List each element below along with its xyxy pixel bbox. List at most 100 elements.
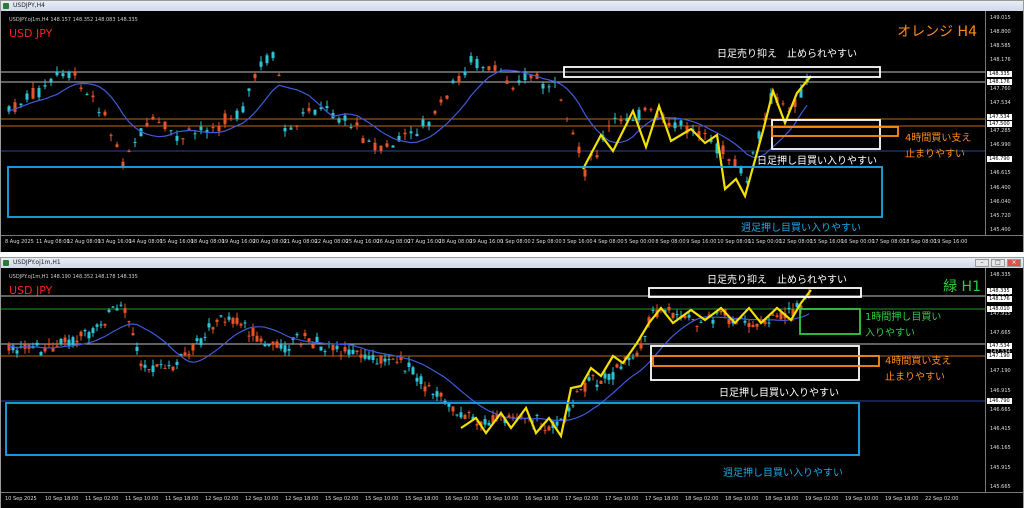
candle-body: [67, 339, 71, 346]
candle-body: [243, 322, 247, 324]
candle-body: [771, 314, 775, 316]
time-tick-label: 3 Sep 16:00: [562, 239, 593, 245]
candle-body: [85, 93, 89, 95]
candle-body: [211, 127, 215, 129]
top-price-axis[interactable]: 149.015148.800148.585148.176148.010147.7…: [985, 11, 1023, 235]
bottom-window-titlebar[interactable]: USDJPY.oj1m,H1 – □ ×: [1, 258, 1023, 268]
candle-body: [347, 349, 351, 355]
candle-body: [255, 335, 259, 342]
time-tick-label: 16 Sep 18:00: [525, 496, 559, 502]
candle-body: [43, 85, 47, 87]
candle-body: [643, 335, 647, 337]
candle-body: [447, 403, 451, 407]
candle-body: [67, 71, 71, 78]
candle-body: [727, 159, 731, 161]
time-tick-label: 18 Aug 08:00: [190, 239, 225, 245]
bottom-chart-window[interactable]: USDJPY.oj1m,H1 – □ × USDJPY.oj1m,H1 148.…: [0, 257, 1024, 508]
candle-body: [387, 359, 391, 361]
candle-body: [267, 344, 271, 346]
time-tick-label: 11 Sep 00:00: [748, 239, 782, 245]
bottom-time-axis[interactable]: 10 Sep 2025 10 Sep 18:00 11 Sep 02:00 11 Se…: [1, 492, 1023, 508]
time-tick-label: 28 Aug 08:00: [438, 239, 473, 245]
candle-body: [35, 342, 39, 346]
candle-body: [411, 367, 415, 375]
candle-body: [467, 412, 471, 414]
time-tick-label: 17 Sep 10:00: [605, 496, 639, 502]
candle-body: [487, 66, 491, 70]
price-tick-label: 148.800: [990, 29, 1011, 36]
price-tick-label: 148.585: [990, 43, 1011, 50]
candle-body: [163, 121, 167, 130]
price-tag: 148.176: [987, 296, 1012, 302]
candle-body: [571, 405, 575, 407]
candle-body: [131, 333, 135, 336]
candle-body: [187, 128, 191, 130]
candle-body: [431, 394, 435, 396]
candle-body: [619, 366, 623, 369]
candle-body: [25, 93, 29, 100]
candle-body: [235, 317, 239, 324]
candle-body: [253, 74, 257, 79]
time-tick-label: 21 Aug 08:00: [283, 239, 318, 245]
top-h4-support-label: 4時間買い支え: [905, 133, 972, 144]
bottom-daily-sell-label: 日足売り抑え 止められやすい: [707, 275, 847, 286]
candle-body: [319, 346, 323, 351]
candle-body: [103, 323, 107, 326]
candle-body: [727, 319, 731, 324]
price-tick-label: 146.040: [990, 198, 1011, 205]
candle-body: [767, 322, 771, 324]
candle-body: [265, 55, 269, 64]
candle-body: [167, 365, 171, 367]
bottom-price-chart[interactable]: USDJPY.oj1m,H1 148.190 148.352 148.178 1…: [1, 268, 985, 492]
time-tick-label: 12 Sep 08:00: [779, 239, 813, 245]
candle-body: [271, 52, 275, 58]
top-price-chart[interactable]: USDJPY.oj1m,H4 148.157 148.352 148.083 1…: [1, 11, 985, 235]
candle-body: [47, 343, 51, 345]
candle-body: [781, 103, 785, 105]
candle-body: [183, 352, 187, 356]
price-tick-label: 147.534: [990, 99, 1011, 106]
candle-body: [487, 422, 491, 426]
candle-body: [315, 336, 319, 342]
daily-buy-zone: [771, 119, 881, 150]
price-tag: 148.335: [987, 288, 1012, 294]
bottom-price-axis[interactable]: 148.335148.176147.915147.665147.534147.1…: [985, 268, 1023, 492]
top-info-line: USDJPY.oj1m,H4 148.157 148.352 148.083 1…: [9, 17, 138, 23]
weekly-buy-zone: [5, 402, 860, 456]
candle-body: [181, 138, 185, 140]
price-tag: 147.190: [987, 353, 1012, 359]
candle-body: [325, 106, 329, 109]
price-tag: 148.335: [987, 71, 1012, 77]
candle-body: [459, 412, 463, 418]
top-chart-window[interactable]: USDJPY,H4 USDJPY.oj1m,H4 148.157 148.352…: [0, 0, 1024, 252]
top-window-titlebar[interactable]: USDJPY,H4: [1, 1, 1023, 11]
time-tick-label: 29 Aug 16:00: [469, 239, 504, 245]
time-tick-label: 16 Sep 10:00: [485, 496, 519, 502]
candle-body: [107, 309, 111, 312]
bottom-candlestick-plot: [1, 287, 985, 456]
time-tick-label: 4 Sep 08:00: [593, 239, 624, 245]
price-tick-label: 146.615: [990, 170, 1011, 177]
bottom-info-line: USDJPY.oj1m,H1 148.190 148.352 148.178 1…: [9, 274, 138, 280]
price-tick-label: 146.665: [990, 406, 1011, 413]
price-tag: 147.500: [987, 121, 1012, 127]
candle-body: [119, 304, 123, 306]
candle-body: [99, 324, 103, 326]
top-window-title: USDJPY,H4: [13, 2, 45, 9]
bottom-h1-buy-label: 1時間押し目買い: [865, 312, 942, 323]
candle-body: [555, 421, 559, 426]
candle-body: [355, 122, 359, 126]
candle-body: [385, 143, 389, 147]
candle-body: [121, 161, 125, 167]
candle-body: [483, 419, 487, 425]
h1-buy-zone: [799, 308, 861, 335]
candle-body: [79, 87, 83, 89]
maximize-button[interactable]: □: [991, 259, 1005, 267]
candle-body: [343, 115, 347, 121]
minimize-button[interactable]: –: [975, 259, 989, 267]
close-button[interactable]: ×: [1007, 259, 1021, 267]
time-tick-label: 10 Sep 2025: [5, 496, 37, 502]
candle-body: [675, 314, 679, 316]
top-time-axis[interactable]: 8 Aug 2025 11 Aug 08:00 12 Aug 08:00 13 Aug…: [1, 235, 1023, 252]
candle-body: [415, 377, 419, 382]
